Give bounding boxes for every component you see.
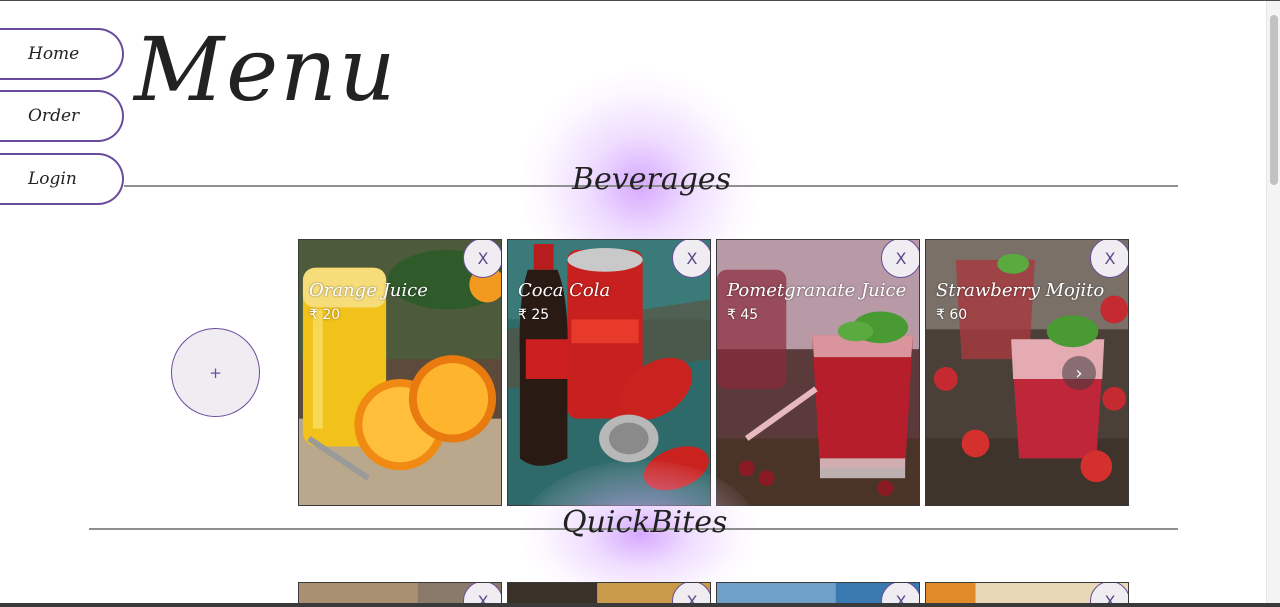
nav-login-label: Login (28, 169, 77, 189)
chevron-right-icon: › (1075, 362, 1083, 384)
item-price: ₹ 20 (309, 307, 341, 323)
window-bottom-border (0, 603, 1280, 607)
close-icon: X (1104, 248, 1116, 268)
nav-order-button[interactable]: Order (0, 90, 124, 142)
nav-login-button[interactable]: Login (0, 153, 124, 205)
menu-card-orange-juice[interactable]: Orange Juice ₹ 20 X (298, 239, 502, 506)
menu-card-strawberry-mojito[interactable]: Strawberry Mojito ₹ 60 X › (925, 239, 1129, 506)
window-top-border (0, 0, 1280, 1)
close-icon: X (686, 248, 698, 268)
item-name: Coca Cola (518, 280, 611, 301)
item-price: ₹ 45 (727, 307, 759, 323)
page-title: Menu (134, 18, 398, 121)
menu-card-pomegranate-juice[interactable]: Pometgranate Juice ₹ 45 X (716, 239, 920, 506)
carousel-next-button[interactable]: › (1062, 356, 1096, 390)
nav-home-label: Home (28, 44, 80, 64)
nav-order-label: Order (28, 106, 80, 126)
item-name: Orange Juice (309, 280, 428, 301)
item-price: ₹ 25 (518, 307, 550, 323)
remove-item-button[interactable]: X (672, 240, 710, 278)
scrollbar-thumb[interactable] (1270, 15, 1278, 185)
remove-item-button[interactable]: X (463, 240, 501, 278)
item-name: Pometgranate Juice (727, 280, 907, 301)
page-scrollbar[interactable] (1266, 1, 1280, 603)
close-icon: X (895, 248, 907, 268)
remove-item-button[interactable]: X (1090, 240, 1128, 278)
item-price: ₹ 60 (936, 307, 968, 323)
add-item-button[interactable]: + (171, 328, 260, 417)
plus-icon: + (209, 363, 222, 382)
remove-item-button[interactable]: X (881, 240, 919, 278)
nav-home-button[interactable]: Home (0, 28, 124, 80)
close-icon: X (477, 248, 489, 268)
section-title-quickbites: QuickBites (562, 505, 728, 540)
section-title-beverages: Beverages (572, 162, 732, 197)
item-name: Strawberry Mojito (936, 280, 1105, 301)
